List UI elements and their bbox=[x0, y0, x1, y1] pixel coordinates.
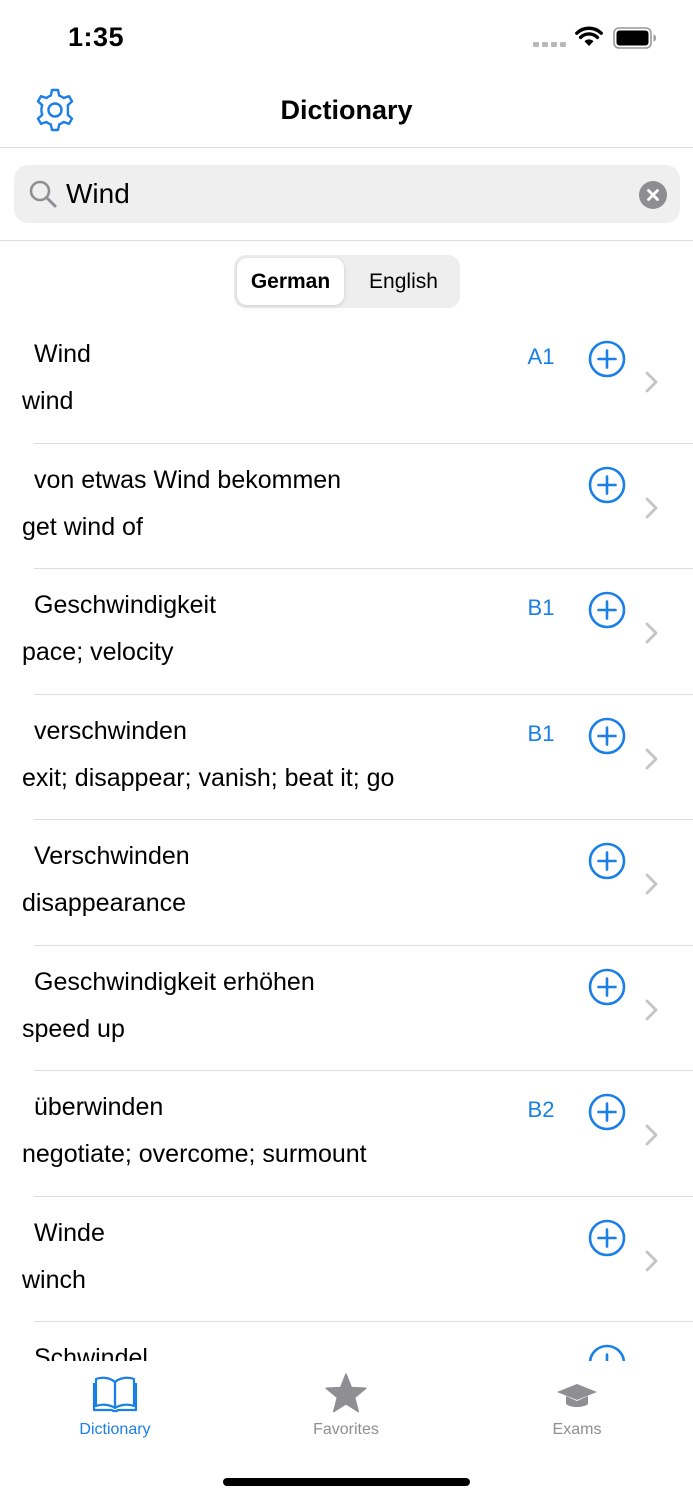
list-item[interactable]: Winde winch bbox=[0, 1197, 693, 1323]
tab-exams[interactable]: Exams bbox=[497, 1369, 657, 1449]
search-bar[interactable] bbox=[14, 165, 680, 223]
list-item[interactable]: Verschwinden disappearance bbox=[0, 820, 693, 946]
entry-translation: negotiate; overcome; surmount bbox=[22, 1140, 367, 1168]
wifi-icon bbox=[575, 26, 603, 46]
level-badge: B1 bbox=[527, 720, 555, 746]
chevron-right-icon bbox=[645, 873, 658, 895]
entry-word: Verschwinden bbox=[34, 842, 190, 870]
tab-favorites-label: Favorites bbox=[313, 1421, 379, 1438]
star-icon bbox=[325, 1373, 367, 1413]
page-title: Dictionary bbox=[280, 95, 413, 125]
entry-translation: exit; disappear; vanish; beat it; go bbox=[22, 763, 395, 792]
search-icon bbox=[29, 180, 57, 208]
list-item[interactable]: verschwinden exit; disappear; vanish; bea… bbox=[0, 695, 693, 821]
entry-translation: speed up bbox=[22, 1014, 125, 1043]
add-circle-icon[interactable] bbox=[588, 466, 626, 504]
entry-word: Winde bbox=[34, 1218, 105, 1247]
entry-translation: wind bbox=[22, 387, 74, 415]
entry-translation: winch bbox=[22, 1265, 86, 1294]
search-input[interactable] bbox=[66, 174, 626, 214]
list-item[interactable]: überwinden negotiate; overcome; surmount B… bbox=[0, 1071, 693, 1197]
dictionary-results-list: Wind wind A1 von etwas Wind bekommen get win… bbox=[0, 318, 693, 1361]
entry-word: Geschwindigkeit bbox=[34, 591, 217, 619]
chevron-right-icon bbox=[645, 497, 658, 518]
add-circle-icon[interactable] bbox=[588, 717, 626, 755]
status-bar: 1:35 bbox=[0, 0, 693, 76]
entry-word: verschwinden bbox=[34, 716, 187, 745]
chevron-right-icon bbox=[645, 1124, 658, 1146]
add-circle-icon[interactable] bbox=[588, 340, 626, 378]
level-badge: A1 bbox=[527, 344, 555, 369]
entry-word: von etwas Wind bekommen bbox=[34, 465, 342, 494]
chevron-right-icon bbox=[645, 748, 658, 769]
status-time: 1:35 bbox=[68, 22, 125, 52]
add-circle-icon[interactable] bbox=[588, 1093, 626, 1131]
add-circle-icon[interactable] bbox=[588, 968, 626, 1006]
entry-word: Geschwindigkeit erhöhen bbox=[34, 967, 315, 996]
add-circle-icon[interactable] bbox=[588, 591, 626, 629]
graduation-cap-icon bbox=[557, 1384, 597, 1407]
segment-german[interactable]: German bbox=[237, 258, 344, 305]
list-item[interactable]: Geschwindigkeit pace; velocity B1 bbox=[0, 569, 693, 695]
entry-word: überwinden bbox=[34, 1093, 164, 1121]
list-item[interactable]: von etwas Wind bekommen get wind of bbox=[0, 444, 693, 570]
chevron-right-icon bbox=[645, 1250, 658, 1271]
chevron-right-icon bbox=[645, 371, 658, 393]
entry-translation: disappearance bbox=[22, 889, 187, 917]
level-badge: B2 bbox=[527, 1097, 555, 1122]
tab-exams-label: Exams bbox=[552, 1421, 602, 1438]
battery-icon bbox=[613, 27, 656, 49]
list-item[interactable]: Schwindel bbox=[0, 1322, 693, 1361]
home-indicator bbox=[223, 1478, 470, 1486]
tab-dictionary-label: Dictionary bbox=[79, 1421, 151, 1438]
list-item[interactable]: Geschwindigkeit erhöhen speed up bbox=[0, 946, 693, 1072]
level-badge: B1 bbox=[527, 595, 555, 620]
add-circle-icon[interactable] bbox=[588, 842, 626, 880]
close-icon bbox=[647, 189, 659, 201]
tab-dictionary[interactable]: Dictionary bbox=[35, 1369, 195, 1449]
chevron-right-icon bbox=[645, 999, 658, 1020]
language-segmented-control: German English bbox=[234, 255, 460, 308]
segment-english[interactable]: English bbox=[350, 258, 457, 305]
chevron-right-icon bbox=[645, 622, 658, 644]
search-area bbox=[0, 149, 693, 241]
navigation-bar: Dictionary bbox=[0, 76, 693, 148]
add-circle-icon[interactable] bbox=[588, 1344, 626, 1361]
cellular-signal-icon bbox=[533, 42, 566, 47]
clear-search-button[interactable] bbox=[639, 181, 667, 209]
entry-word: Schwindel bbox=[34, 1344, 148, 1361]
tab-favorites[interactable]: Favorites bbox=[266, 1369, 426, 1449]
entry-translation: pace; velocity bbox=[22, 638, 174, 666]
add-circle-icon[interactable] bbox=[588, 1219, 626, 1257]
list-item[interactable]: Wind wind A1 bbox=[0, 318, 693, 444]
book-icon bbox=[92, 1376, 138, 1413]
entry-translation: get wind of bbox=[22, 512, 143, 541]
entry-word: Wind bbox=[34, 340, 91, 368]
